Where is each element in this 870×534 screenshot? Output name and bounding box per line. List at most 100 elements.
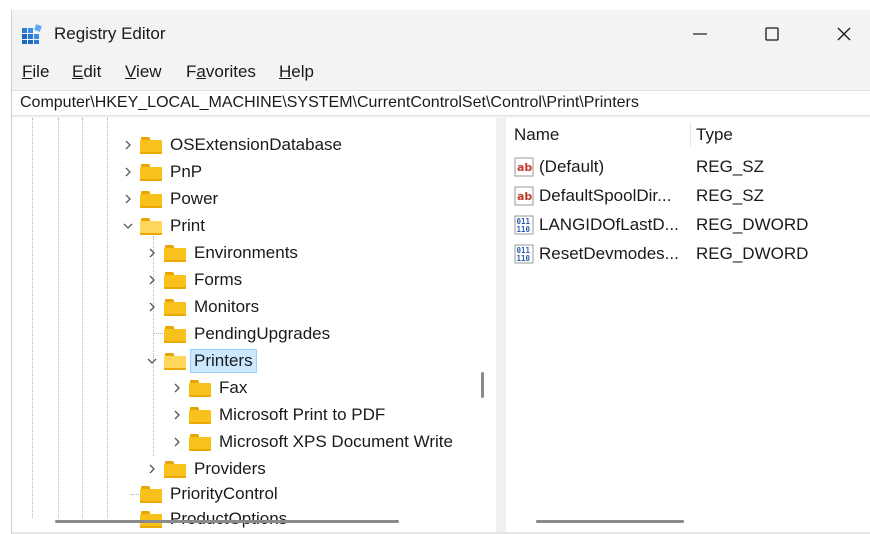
tree-node-monitors[interactable]: Monitors xyxy=(145,294,259,320)
chevron-down-icon[interactable] xyxy=(145,348,159,374)
menu-favorites-pre: F xyxy=(186,62,197,81)
menu-file[interactable]: File xyxy=(22,62,49,82)
value-type: REG_DWORD xyxy=(696,215,809,234)
chevron-right-icon[interactable] xyxy=(121,132,135,158)
value-name: LANGIDOfLastD... xyxy=(539,215,679,234)
title-bar[interactable]: Registry Editor xyxy=(12,10,870,58)
value-type: REG_SZ xyxy=(696,186,765,205)
address-path[interactable]: Computer\HKEY_LOCAL_MACHINE\SYSTEM\Curre… xyxy=(20,94,639,112)
tree-node-forms[interactable]: Forms xyxy=(145,267,242,293)
chevron-right-icon[interactable] xyxy=(170,402,184,428)
binary-value-icon: 011 110 xyxy=(514,215,534,235)
svg-text:ab: ab xyxy=(517,190,532,203)
chevron-right-icon[interactable] xyxy=(170,375,184,401)
menu-edit-label: dit xyxy=(83,62,102,81)
tree-node-label: Microsoft XPS Document Write xyxy=(219,432,453,451)
tree-node-label: Environments xyxy=(194,243,298,262)
window-title: Registry Editor xyxy=(54,24,166,43)
values-list-pane[interactable]: Name Type ab (Default) REG_SZ ab Default… xyxy=(506,118,870,534)
tree-node-providers[interactable]: Providers xyxy=(145,456,266,482)
svg-text:110: 110 xyxy=(517,254,531,263)
column-separator[interactable] xyxy=(690,122,691,146)
tree-guide-line xyxy=(107,118,108,518)
pane-splitter[interactable] xyxy=(496,118,506,534)
tree-node-microsoft-print-to-pdf[interactable]: Microsoft Print to PDF xyxy=(170,402,385,428)
tree-guide-line xyxy=(82,118,83,518)
folder-icon xyxy=(164,298,186,316)
chevron-right-icon[interactable] xyxy=(121,159,135,185)
folder-icon xyxy=(140,190,162,208)
value-name: (Default) xyxy=(539,157,605,176)
address-bar[interactable]: Computer\HKEY_LOCAL_MACHINE\SYSTEM\Curre… xyxy=(12,90,870,116)
folder-icon xyxy=(189,433,211,451)
menu-bar: File Edit View Favorites Help xyxy=(12,62,870,86)
folder-icon xyxy=(164,244,186,262)
menu-edit[interactable]: Edit xyxy=(72,62,101,82)
column-header-name[interactable]: Name xyxy=(514,125,559,145)
tree-node-print[interactable]: Print xyxy=(121,213,205,239)
tree-node-prioritycontrol[interactable]: PriorityControl xyxy=(121,481,278,507)
folder-open-icon xyxy=(164,352,186,370)
tree-node-label: PriorityControl xyxy=(170,484,278,503)
tree-node-microsoft-xps-document-writer[interactable]: Microsoft XPS Document Write xyxy=(170,429,453,455)
tree-node-label: Microsoft Print to PDF xyxy=(219,405,386,424)
binary-value-icon: 011 110 xyxy=(514,244,534,264)
tree-node-environments[interactable]: Environments xyxy=(145,240,298,266)
folder-icon xyxy=(140,485,162,503)
value-row[interactable]: 011 110 LANGIDOfLastD... REG_DWORD xyxy=(506,210,870,239)
tree-node-power[interactable]: Power xyxy=(121,186,218,212)
tree-node-label: Forms xyxy=(194,270,243,289)
tree-vertical-scrollbar[interactable] xyxy=(481,372,484,398)
tree-node-label: Print xyxy=(170,216,205,235)
chevron-right-icon[interactable] xyxy=(145,456,159,482)
chevron-right-icon[interactable] xyxy=(145,240,159,266)
tree-node-pendingupgrades[interactable]: PendingUpgrades xyxy=(145,321,330,347)
menu-view[interactable]: View xyxy=(125,62,162,82)
close-button[interactable] xyxy=(822,18,866,50)
tree-node-label: Printers xyxy=(190,349,257,373)
value-name: ResetDevmodes... xyxy=(539,244,679,263)
registry-editor-window: Registry Editor File Edit View Favorites… xyxy=(11,10,870,534)
list-horizontal-scrollbar[interactable] xyxy=(536,520,684,523)
menu-view-accel: V xyxy=(125,62,137,81)
maximize-button[interactable] xyxy=(750,18,794,50)
maximize-icon xyxy=(765,27,779,41)
menu-favorites[interactable]: Favorites xyxy=(186,62,256,82)
chevron-right-icon[interactable] xyxy=(145,294,159,320)
close-icon xyxy=(837,27,851,41)
menu-edit-accel: E xyxy=(72,62,84,81)
tree-guide-line xyxy=(32,118,33,518)
chevron-down-icon[interactable] xyxy=(121,213,135,239)
tree-node-printers[interactable]: Printers xyxy=(145,348,257,374)
folder-icon xyxy=(189,379,211,397)
chevron-right-icon[interactable] xyxy=(145,267,159,293)
minimize-button[interactable] xyxy=(678,18,722,50)
list-header: Name Type xyxy=(506,118,870,148)
string-value-icon: ab xyxy=(514,186,534,206)
tree-node-label: Fax xyxy=(219,378,248,397)
tree-node-label: ProductOptions xyxy=(170,509,288,528)
key-tree-pane[interactable]: OSExtensionDatabase PnP Power Print Envi… xyxy=(12,118,496,534)
menu-help[interactable]: Help xyxy=(279,62,314,82)
folder-open-icon xyxy=(140,217,162,235)
tree-node-label: OSExtensionDatabase xyxy=(170,135,342,154)
menu-favorites-accel: a xyxy=(196,62,206,81)
tree-node-label: Providers xyxy=(194,459,266,478)
tree-horizontal-scrollbar[interactable] xyxy=(55,520,399,523)
chevron-right-icon[interactable] xyxy=(170,429,184,455)
tree-node-productoptions[interactable]: ProductOptions xyxy=(121,506,287,532)
tree-node-pnp[interactable]: PnP xyxy=(121,159,202,185)
column-header-type[interactable]: Type xyxy=(696,125,733,145)
folder-icon xyxy=(164,460,186,478)
tree-node-fax[interactable]: Fax xyxy=(170,375,247,401)
menu-help-accel: H xyxy=(279,62,292,81)
tree-node-osextensiondatabase[interactable]: OSExtensionDatabase xyxy=(121,132,342,158)
value-row[interactable]: 011 110 ResetDevmodes... REG_DWORD xyxy=(506,239,870,268)
minimize-icon xyxy=(693,33,707,35)
value-row[interactable]: ab (Default) REG_SZ xyxy=(506,152,870,181)
tree-node-label: PnP xyxy=(170,162,203,181)
chevron-right-icon[interactable] xyxy=(121,186,135,212)
folder-icon xyxy=(140,510,162,528)
value-row[interactable]: ab DefaultSpoolDir... REG_SZ xyxy=(506,181,870,210)
folder-icon xyxy=(140,136,162,154)
